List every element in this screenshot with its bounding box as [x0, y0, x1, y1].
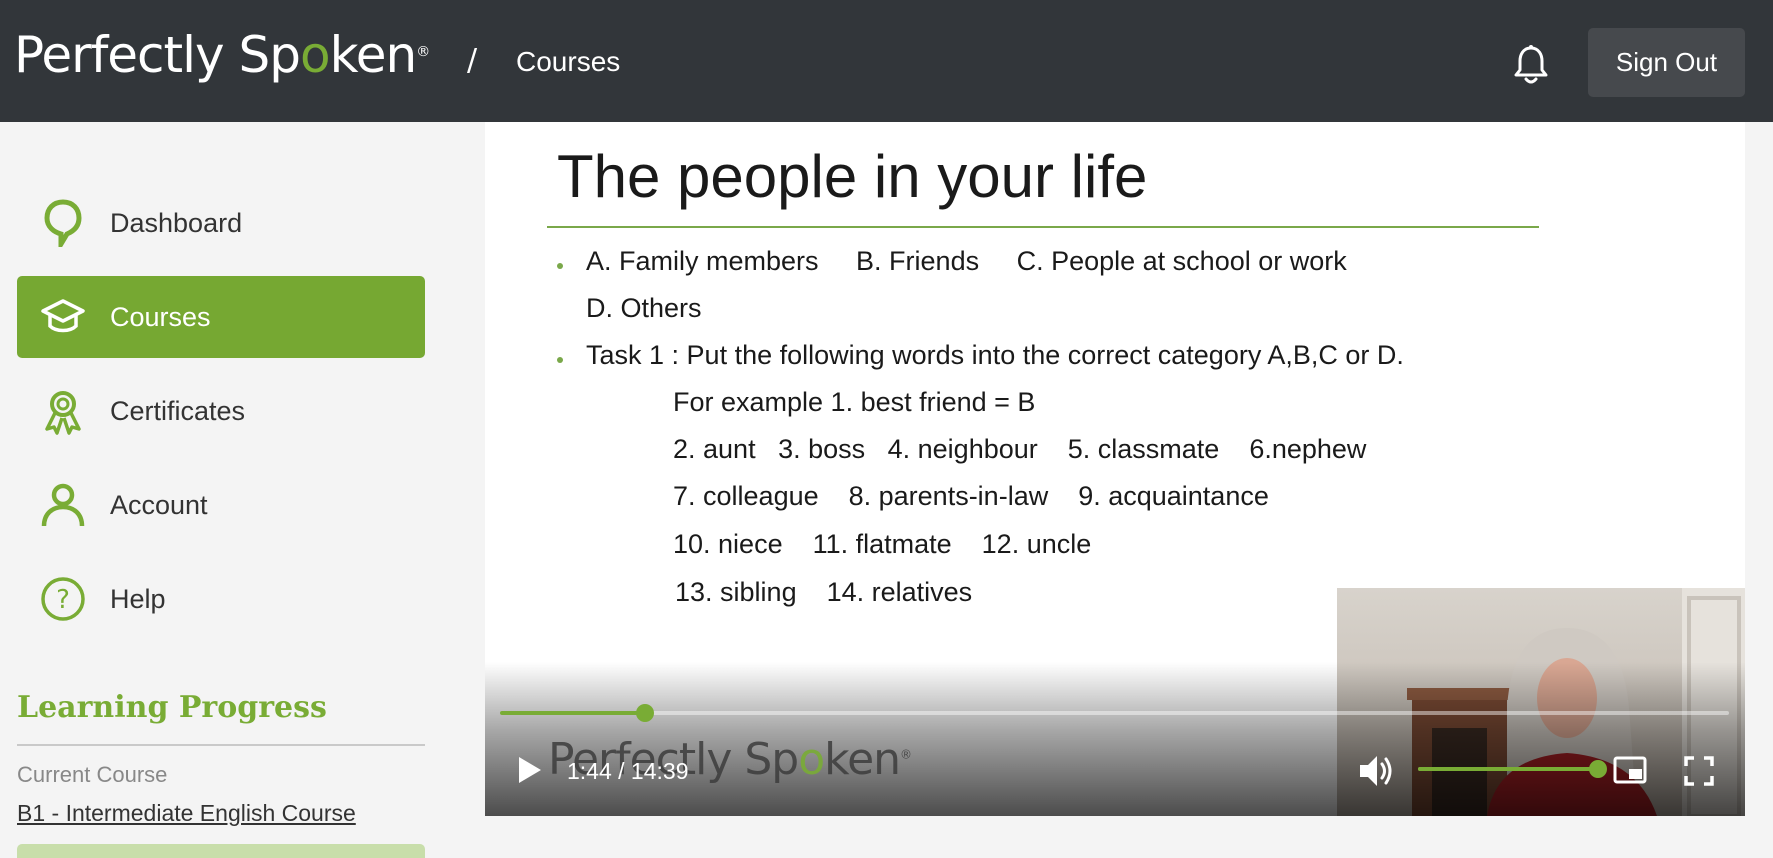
slide-bullet	[557, 357, 563, 363]
time-display: 1:44 / 14:39	[567, 758, 689, 784]
divider	[17, 744, 425, 746]
sidebar-item-label: Dashboard	[110, 207, 243, 238]
location-pin-icon	[39, 199, 87, 247]
volume-handle[interactable]	[1589, 760, 1607, 778]
volume-icon[interactable]	[1357, 752, 1397, 790]
seek-bar-handle[interactable]	[636, 704, 655, 722]
breadcrumb-current: Courses	[516, 46, 621, 77]
graduation-cap-icon	[39, 293, 87, 341]
slide-title: The people in your life	[557, 143, 1148, 210]
brand-logo-pin-o: o	[300, 26, 331, 84]
current-course-link[interactable]: B1 - Intermediate English Course	[17, 800, 356, 827]
brand-logo-text: Perfectly Sp	[14, 26, 301, 84]
slide-line: D. Others	[586, 293, 702, 323]
slide-line: For example 1. best friend = B	[673, 387, 1036, 417]
user-icon	[39, 481, 87, 529]
brand-logo-text-end: ken	[329, 26, 418, 84]
volume-level	[1418, 767, 1598, 771]
seek-bar-played	[500, 711, 646, 715]
bell-icon[interactable]	[1512, 44, 1550, 86]
sidebar-item-dashboard[interactable]: Dashboard	[17, 182, 425, 264]
slide-line: 7. colleague 8. parents-in-law 9. acquai…	[673, 481, 1269, 511]
watermark-text-end: ken	[824, 734, 901, 785]
video-player[interactable]: The people in your life A. Family member…	[485, 122, 1745, 816]
question-circle-icon: ?	[39, 575, 87, 623]
svg-text:?: ?	[56, 585, 70, 615]
fullscreen-icon[interactable]	[1684, 756, 1714, 786]
sidebar-item-courses[interactable]: Courses	[17, 276, 425, 358]
slide-bullet	[557, 263, 563, 269]
watermark-registered-mark: ®	[900, 747, 912, 762]
volume-slider[interactable]	[1418, 760, 1607, 778]
slide-line: 10. niece 11. flatmate 12. uncle	[673, 529, 1092, 559]
watermark-pin-o: o	[798, 734, 825, 785]
sidebar-item-certificates[interactable]: Certificates	[17, 370, 425, 452]
play-icon[interactable]	[515, 754, 545, 786]
sign-out-button[interactable]: Sign Out	[1588, 28, 1745, 97]
sidebar-item-label: Account	[110, 489, 208, 520]
top-bar: Perfectly Spoken® / Courses Sign Out	[0, 0, 1773, 122]
registered-mark: ®	[416, 44, 430, 60]
award-ribbon-icon	[39, 387, 87, 435]
sidebar-item-account[interactable]: Account	[17, 464, 425, 546]
course-progress-bar	[17, 844, 425, 858]
breadcrumb-separator: /	[467, 43, 478, 78]
picture-in-picture-icon[interactable]	[1613, 756, 1647, 784]
sidebar-item-help[interactable]: ? Help	[17, 558, 425, 640]
slide-line: Task 1 : Put the following words into th…	[586, 340, 1404, 370]
slide-line: 2. aunt 3. boss 4. neighbour 5. classmat…	[673, 434, 1367, 464]
slide-divider	[547, 226, 1539, 228]
learning-progress-title: Learning Progress	[17, 690, 327, 725]
current-course-label: Current Course	[17, 762, 168, 787]
brand-logo[interactable]: Perfectly Spoken®	[14, 26, 430, 84]
slide-line: 13. sibling 14. relatives	[675, 577, 973, 607]
sidebar-item-label: Courses	[110, 301, 211, 332]
seek-bar[interactable]	[500, 704, 1729, 722]
sidebar-item-label: Help	[110, 583, 166, 614]
sidebar-item-label: Certificates	[110, 395, 246, 426]
slide-line: A. Family members B. Friends C. People a…	[586, 246, 1347, 276]
